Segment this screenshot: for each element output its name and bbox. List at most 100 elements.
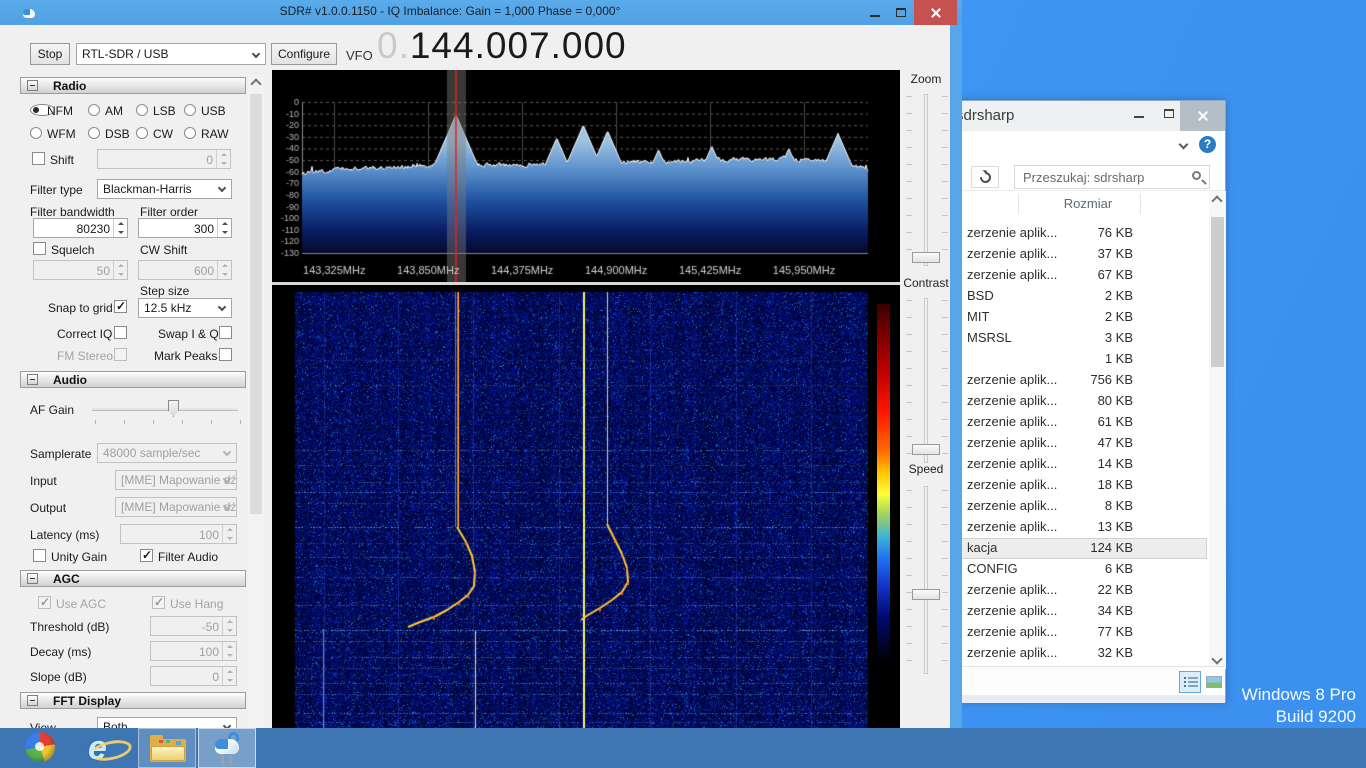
collapse-icon[interactable] [27,695,38,706]
samplerate-select[interactable]: 48000 sample/sec [97,443,237,463]
minimize-button[interactable] [862,0,887,25]
radio-mode-wfm[interactable] [30,127,42,139]
filter-type-select[interactable]: Blackman-Harris [97,179,232,199]
taskbar-internet-explorer[interactable]: e [80,728,138,768]
waterfall-canvas[interactable] [272,285,900,728]
spinner-arrows-icon[interactable] [217,261,231,279]
spinner-arrows-icon[interactable] [217,219,231,237]
fm-stereo-checkbox[interactable] [114,348,127,361]
collapse-icon[interactable] [27,374,38,385]
search-box[interactable] [1014,165,1210,189]
use-agc-checkbox[interactable] [38,596,51,609]
sdrsharp-mixer-icon [215,732,241,766]
spinner-arrows-icon[interactable] [222,642,236,660]
slope-spinner[interactable]: 0 [150,666,237,686]
swap-iq-checkbox[interactable] [219,326,232,339]
filter-order-value: 300 [194,222,214,236]
column-header-size[interactable]: Rozmiar [1038,196,1138,211]
radio-mode-am[interactable] [88,104,100,116]
speed-slider[interactable] [924,486,928,674]
radio-mode-usb[interactable] [184,104,196,116]
zoom-ticks [942,96,948,256]
collapse-icon[interactable] [27,573,38,584]
explorer-close-button[interactable] [1180,101,1225,131]
af-gain-slider[interactable] [92,408,238,411]
configure-button[interactable]: Configure [271,43,337,65]
scroll-down-icon[interactable] [1211,653,1222,664]
radio-mode-dsb[interactable] [88,127,100,139]
latency-spinner[interactable]: 100 [120,524,237,544]
speed-slider-thumb[interactable] [912,589,940,600]
spinner-arrows-icon[interactable] [222,667,236,685]
spinner-arrows-icon[interactable] [113,261,127,279]
spinner-arrows-icon[interactable] [222,617,236,635]
panel-scrollbar[interactable] [248,74,264,728]
scrollbar-thumb[interactable] [250,94,262,514]
file-size-cell: 32 KB [1021,645,1133,660]
output-select[interactable]: [MME] Mapowanie dźw [115,497,237,517]
collapse-icon[interactable] [27,80,38,91]
radio-group-title: Radio [53,79,86,93]
radio-mode-raw[interactable] [184,127,196,139]
squelch-checkbox[interactable] [33,242,46,255]
column-divider[interactable] [1140,194,1141,214]
mode-label-am: AM [105,104,123,118]
contrast-slider[interactable] [924,298,928,463]
details-view-button[interactable] [1179,671,1201,693]
agc-group-header[interactable]: AGC [20,570,246,587]
step-size-value: 12.5 kHz [144,301,191,315]
filter-order-spinner[interactable]: 300 [138,218,232,238]
input-select[interactable]: [MME] Mapowanie dźw [115,470,237,490]
scroll-up-icon[interactable] [1211,195,1222,206]
chevron-down-icon[interactable] [1179,140,1189,150]
slope-value: 0 [212,670,219,684]
refresh-button[interactable] [971,166,999,188]
squelch-spinner[interactable]: 50 [33,260,128,280]
spinner-arrows-icon[interactable] [222,525,236,543]
search-input[interactable] [1015,166,1209,188]
explorer-minimize-button[interactable] [1126,101,1155,126]
frequency-display[interactable]: 0.144.007.000 [377,25,627,71]
explorer-window-title: sdrsharp [956,107,1014,124]
correct-iq-checkbox[interactable] [114,326,127,339]
decay-spinner[interactable]: 100 [150,641,237,661]
frequency-value: 144.007.000 [410,25,627,66]
taskbar-app-ball[interactable] [14,728,72,768]
shift-checkbox[interactable] [32,152,45,165]
help-icon[interactable]: ? [1199,136,1216,153]
use-hang-checkbox[interactable] [152,596,165,609]
scrollbar-thumb[interactable] [1211,217,1224,367]
taskbar-sdrsharp[interactable] [198,728,256,768]
radio-mode-lsb[interactable] [136,104,148,116]
scroll-up-icon[interactable] [250,78,261,89]
device-select[interactable]: RTL-SDR / USB [76,43,266,65]
close-button[interactable] [914,0,957,25]
spinner-arrows-icon[interactable] [216,150,230,168]
contrast-slider-thumb[interactable] [912,444,940,455]
shift-spinner[interactable]: 0 [97,149,231,169]
spectrum-canvas[interactable] [272,70,900,283]
filter-audio-checkbox[interactable] [140,549,153,562]
unity-gain-checkbox[interactable] [33,549,46,562]
cw-shift-spinner[interactable]: 600 [138,260,232,280]
spinner-arrows-icon[interactable] [113,219,127,237]
radio-group-header[interactable]: Radio [20,77,246,94]
zoom-slider[interactable] [924,94,928,266]
mark-peaks-checkbox[interactable] [219,348,232,361]
zoom-slider-thumb[interactable] [912,252,940,263]
audio-group-header[interactable]: Audio [20,371,246,388]
radio-mode-cw[interactable] [136,127,148,139]
threshold-spinner[interactable]: -50 [150,616,237,636]
step-size-select[interactable]: 12.5 kHz [138,298,232,318]
sdr-titlebar[interactable]: SDR# v1.0.0.1150 - IQ Imbalance: Gain = … [0,0,962,25]
maximize-button[interactable] [888,0,913,25]
snap-to-grid-checkbox[interactable] [114,300,127,313]
filter-bandwidth-spinner[interactable]: 80230 [33,218,128,238]
taskbar-file-explorer[interactable] [138,728,196,768]
stop-button[interactable]: Stop [30,43,70,65]
explorer-scrollbar[interactable] [1209,191,1226,669]
thumbnail-view-button[interactable] [1203,671,1225,693]
column-divider[interactable] [1018,194,1019,214]
latency-label: Latency (ms) [30,528,99,542]
fft-group-header[interactable]: FFT Display [20,692,246,709]
